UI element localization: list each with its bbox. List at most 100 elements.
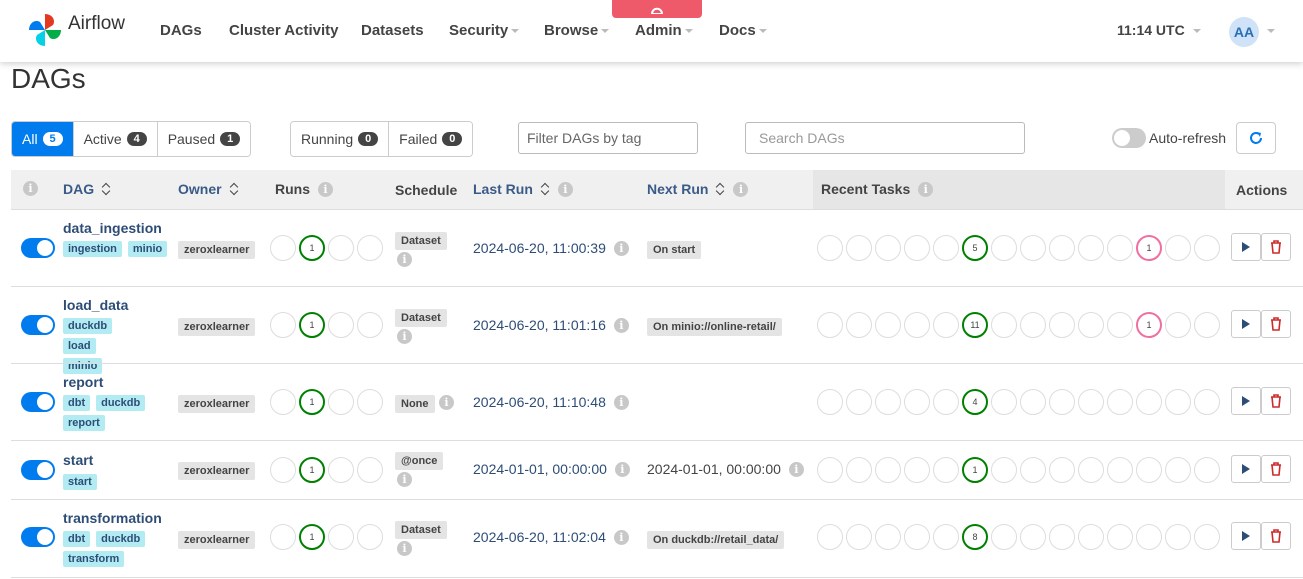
task-state-circle[interactable] bbox=[933, 312, 959, 338]
run-state-circle[interactable] bbox=[328, 457, 354, 483]
trigger-dag-button[interactable] bbox=[1231, 455, 1261, 483]
task-state-circle[interactable] bbox=[1165, 524, 1191, 550]
owner-badge[interactable]: zeroxlearner bbox=[178, 531, 256, 549]
refresh-button[interactable] bbox=[1236, 122, 1276, 154]
task-state-circle[interactable] bbox=[904, 524, 930, 550]
nav-cluster-activity[interactable]: Cluster Activity bbox=[229, 22, 338, 39]
dag-tag[interactable]: duckdb bbox=[96, 531, 146, 547]
schedule-badge[interactable]: None bbox=[395, 395, 435, 413]
task-state-circle[interactable] bbox=[1136, 457, 1162, 483]
schedule-badge[interactable]: Dataset bbox=[395, 521, 447, 539]
dag-pause-toggle[interactable] bbox=[21, 460, 55, 480]
task-state-circle[interactable] bbox=[933, 524, 959, 550]
task-state-circle[interactable] bbox=[875, 312, 901, 338]
run-success-circle[interactable]: 1 bbox=[299, 524, 325, 550]
column-dag[interactable]: DAG bbox=[63, 181, 111, 197]
dag-tag[interactable]: start bbox=[63, 474, 97, 490]
task-state-circle[interactable] bbox=[1165, 389, 1191, 415]
task-state-circle[interactable] bbox=[1136, 524, 1162, 550]
airflow-brand[interactable]: Airflow bbox=[26, 10, 125, 50]
run-state-circle[interactable] bbox=[328, 235, 354, 261]
column-owner[interactable]: Owner bbox=[178, 181, 239, 197]
task-state-circle[interactable] bbox=[1194, 312, 1220, 338]
task-state-circle[interactable] bbox=[1020, 389, 1046, 415]
task-state-circle[interactable] bbox=[1049, 235, 1075, 261]
last-run-link[interactable]: 2024-01-01, 00:00:00 bbox=[473, 461, 607, 477]
task-state-circle[interactable] bbox=[904, 312, 930, 338]
owner-badge[interactable]: zeroxlearner bbox=[178, 318, 256, 336]
filter-all-button[interactable]: All 5 bbox=[12, 122, 74, 156]
info-icon[interactable]: i bbox=[918, 181, 934, 197]
run-state-circle[interactable] bbox=[270, 235, 296, 261]
nav-docs[interactable]: Docs bbox=[719, 22, 767, 39]
run-state-circle[interactable] bbox=[328, 524, 354, 550]
run-state-circle[interactable] bbox=[357, 524, 383, 550]
info-icon[interactable]: i bbox=[613, 529, 629, 545]
dag-pause-toggle[interactable] bbox=[21, 527, 55, 547]
run-state-circle[interactable] bbox=[270, 312, 296, 338]
task-state-circle[interactable] bbox=[1194, 524, 1220, 550]
autorefresh-toggle[interactable] bbox=[1112, 128, 1146, 148]
task-state-circle[interactable] bbox=[1020, 312, 1046, 338]
dag-tag[interactable]: dbt bbox=[63, 531, 91, 547]
task-state-circle[interactable] bbox=[875, 389, 901, 415]
nav-browse[interactable]: Browse bbox=[544, 22, 610, 39]
dag-tag[interactable]: duckdb bbox=[96, 395, 146, 411]
run-state-circle[interactable] bbox=[328, 389, 354, 415]
delete-dag-button[interactable] bbox=[1261, 310, 1291, 338]
run-state-circle[interactable] bbox=[328, 312, 354, 338]
delete-dag-button[interactable] bbox=[1261, 387, 1291, 415]
filter-failed-button[interactable]: Failed 0 bbox=[389, 122, 473, 156]
run-state-circle[interactable] bbox=[357, 312, 383, 338]
nav-admin[interactable]: Admin bbox=[635, 22, 693, 39]
task-state-circle[interactable] bbox=[1107, 457, 1133, 483]
task-state-circle[interactable] bbox=[846, 457, 872, 483]
task-state-circle[interactable] bbox=[817, 312, 843, 338]
column-last-run[interactable]: Last Run i bbox=[473, 181, 573, 197]
schedule-badge[interactable]: Dataset bbox=[395, 232, 447, 250]
owner-badge[interactable]: zeroxlearner bbox=[178, 462, 256, 480]
task-state-circle[interactable] bbox=[1194, 389, 1220, 415]
trigger-dag-button[interactable] bbox=[1231, 387, 1261, 415]
nav-security[interactable]: Security bbox=[449, 22, 520, 39]
dag-tag[interactable]: dbt bbox=[63, 395, 91, 411]
run-state-circle[interactable] bbox=[270, 524, 296, 550]
dag-pause-toggle[interactable] bbox=[21, 238, 55, 258]
task-state-circle[interactable] bbox=[1078, 235, 1104, 261]
filter-paused-button[interactable]: Paused 1 bbox=[157, 122, 251, 156]
run-state-circle[interactable] bbox=[357, 389, 383, 415]
task-success-circle[interactable]: 4 bbox=[962, 389, 988, 415]
trigger-dag-button[interactable] bbox=[1231, 522, 1261, 550]
dag-id-link[interactable]: report bbox=[63, 374, 103, 390]
trigger-dag-button[interactable] bbox=[1231, 233, 1261, 261]
timezone-menu[interactable]: 11:14 UTC bbox=[1117, 22, 1201, 38]
task-state-circle[interactable] bbox=[1020, 457, 1046, 483]
task-state-circle[interactable] bbox=[933, 457, 959, 483]
run-success-circle[interactable]: 1 bbox=[299, 312, 325, 338]
dag-id-link[interactable]: data_ingestion bbox=[63, 220, 162, 236]
task-state-circle[interactable] bbox=[1107, 235, 1133, 261]
nav-dags[interactable]: DAGs bbox=[160, 22, 202, 39]
dag-id-link[interactable]: load_data bbox=[63, 297, 128, 313]
delete-dag-button[interactable] bbox=[1261, 455, 1291, 483]
info-icon[interactable]: i bbox=[733, 181, 749, 197]
task-state-circle[interactable] bbox=[846, 524, 872, 550]
info-icon[interactable]: i bbox=[439, 395, 454, 410]
task-state-circle[interactable] bbox=[1049, 389, 1075, 415]
task-state-circle[interactable] bbox=[846, 389, 872, 415]
dag-id-link[interactable]: transformation bbox=[63, 510, 162, 526]
task-state-circle[interactable] bbox=[875, 457, 901, 483]
info-icon[interactable]: i bbox=[397, 329, 412, 344]
run-success-circle[interactable]: 1 bbox=[299, 457, 325, 483]
task-state-circle[interactable] bbox=[846, 235, 872, 261]
task-state-circle[interactable] bbox=[1165, 312, 1191, 338]
delete-dag-button[interactable] bbox=[1261, 522, 1291, 550]
task-state-circle[interactable] bbox=[846, 312, 872, 338]
owner-badge[interactable]: zeroxlearner bbox=[178, 241, 256, 259]
search-dags-input[interactable] bbox=[745, 122, 1025, 154]
column-next-run[interactable]: Next Run i bbox=[647, 181, 749, 197]
task-state-circle[interactable] bbox=[1078, 389, 1104, 415]
task-state-circle[interactable] bbox=[991, 389, 1017, 415]
task-success-circle[interactable]: 8 bbox=[962, 524, 988, 550]
task-state-circle[interactable] bbox=[904, 235, 930, 261]
